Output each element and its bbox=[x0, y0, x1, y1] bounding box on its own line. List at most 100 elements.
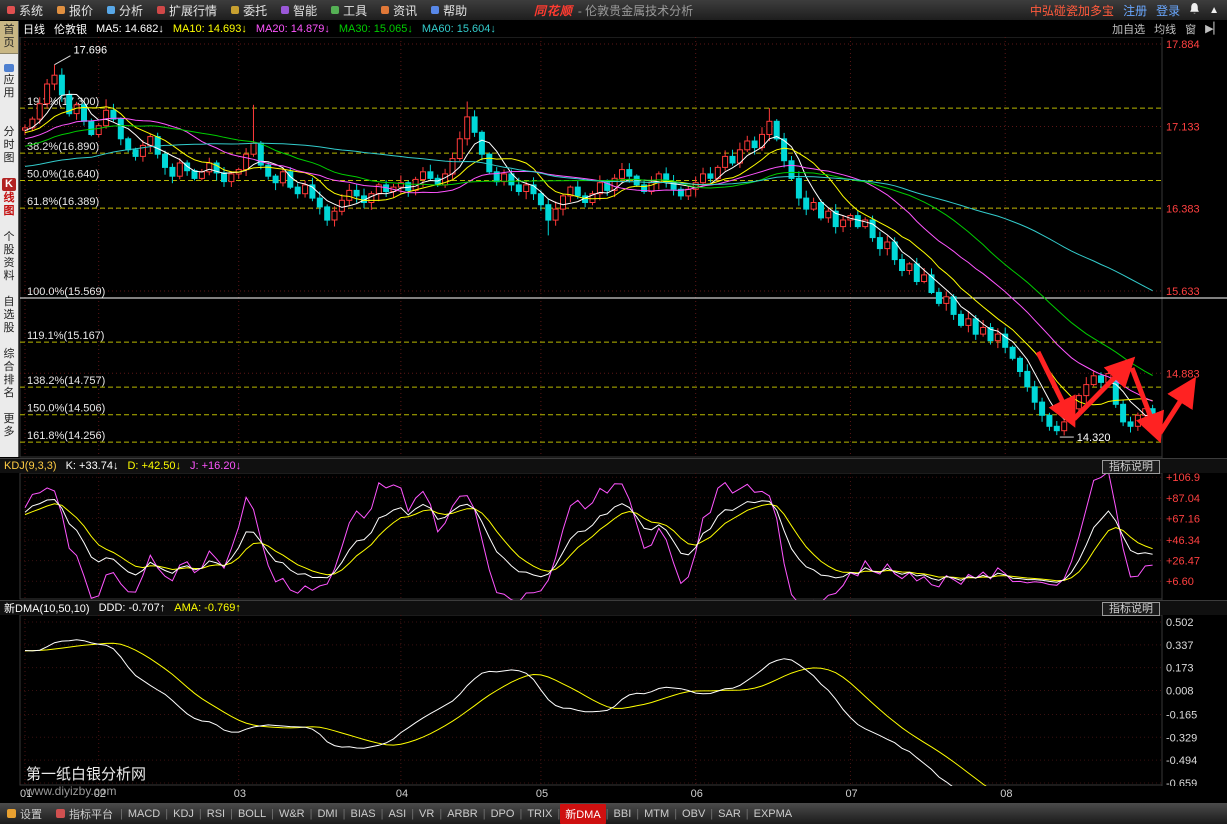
menu-item-label: 智能 bbox=[293, 2, 317, 19]
candles-and-ma bbox=[23, 65, 1156, 436]
month-label-06: 06 bbox=[691, 788, 703, 800]
low-price-label: 14.320 bbox=[1077, 432, 1111, 444]
indicator-tab-ARBR[interactable]: ARBR bbox=[442, 806, 483, 822]
dma-help-button[interactable]: 指标说明 bbox=[1102, 602, 1160, 616]
sidebar-item-char: 个 bbox=[0, 231, 18, 244]
login-link[interactable]: 登录 bbox=[1156, 2, 1180, 19]
kdj-d-value: D: +42.50↓ bbox=[127, 460, 181, 472]
sidebar-item-char: 更 bbox=[0, 413, 18, 426]
menu-item-icon bbox=[431, 6, 439, 14]
ma-line-30 bbox=[25, 126, 1153, 376]
bell-icon[interactable] bbox=[1189, 3, 1200, 18]
menu-item-2[interactable]: 报价 bbox=[50, 2, 100, 19]
add-watchlist-button[interactable]: 加自选 bbox=[1112, 21, 1145, 37]
indicator-tab-MACD[interactable]: MACD bbox=[123, 806, 165, 822]
sidebar-item-4[interactable]: K线图 bbox=[0, 175, 18, 221]
menu-item-9[interactable]: 帮助 bbox=[424, 2, 474, 19]
dma-indicator-chart[interactable]: 0.5020.3370.1730.008-0.165-0.329-0.494-0… bbox=[0, 615, 1227, 786]
indicator-tab-DMI[interactable]: DMI bbox=[312, 806, 342, 822]
sidebar-item-char: 自 bbox=[0, 296, 18, 309]
menu-item-7[interactable]: 工具 bbox=[324, 2, 374, 19]
pager-icon[interactable]: ▶▏ bbox=[1205, 22, 1222, 35]
indicator-axis-label: 0.502 bbox=[1166, 617, 1194, 629]
sidebar-item-char: 料 bbox=[0, 270, 18, 283]
sidebar-item-6[interactable]: 自选股 bbox=[0, 293, 18, 338]
sidebar-item-char: 线 bbox=[0, 192, 18, 205]
indicator-tab-EXPMA[interactable]: EXPMA bbox=[749, 806, 798, 822]
main-candlestick-chart[interactable]: 19.1%(17.300)38.2%(16.890)50.0%(16.640)6… bbox=[0, 37, 1227, 458]
sidebar-item-char: 股 bbox=[0, 322, 18, 335]
indicator-tab-BOLL[interactable]: BOLL bbox=[233, 806, 271, 822]
indicator-tab-BIAS[interactable]: BIAS bbox=[346, 806, 381, 822]
fib-level-label: 61.8%(16.389) bbox=[27, 196, 99, 208]
fibonacci-lines: 19.1%(17.300)38.2%(16.890)50.0%(16.640)6… bbox=[20, 96, 1227, 442]
kdj-help-button[interactable]: 指标说明 bbox=[1102, 460, 1160, 474]
tab-tool-1[interactable]: 设置 bbox=[0, 806, 49, 822]
menu-item-3[interactable]: 分析 bbox=[100, 2, 150, 19]
indicator-tabbar: 设置指标平台 | MACD|KDJ|RSI|BOLL|W&R|DMI|BIAS|… bbox=[0, 803, 1227, 824]
sidebar-item-8[interactable]: 更多 bbox=[0, 410, 18, 442]
ma-line-60 bbox=[25, 143, 1153, 291]
sidebar-item-1[interactable]: 首页 bbox=[0, 21, 18, 54]
menu-item-5[interactable]: 委托 bbox=[224, 2, 274, 19]
tabbar-tools: 设置 指标平台 bbox=[0, 806, 120, 822]
menu-item-icon bbox=[107, 6, 115, 14]
indicator-tab-W&R[interactable]: W&R bbox=[274, 806, 310, 822]
menu-item-4[interactable]: 扩展行情 bbox=[150, 2, 224, 19]
indicator-axis-label: 0.173 bbox=[1166, 663, 1194, 675]
indicator-axis-label: -0.494 bbox=[1166, 755, 1197, 767]
menu-item-1[interactable]: 系统 bbox=[0, 2, 50, 19]
indicator-tab-SAR[interactable]: SAR bbox=[713, 806, 746, 822]
collapse-icon[interactable]: ▲ bbox=[1209, 5, 1219, 16]
menu-item-8[interactable]: 资讯 bbox=[374, 2, 424, 19]
indicator-tab-新DMA[interactable]: 新DMA bbox=[560, 804, 605, 824]
sidebar-item-char: 图 bbox=[0, 205, 18, 218]
dma-title: 新DMA(10,50,10) bbox=[4, 600, 90, 616]
kdj-indicator-chart[interactable]: +106.9+87.04+67.16+46.34+26.47+6.60 bbox=[0, 473, 1227, 600]
indicator-tab-TRIX[interactable]: TRIX bbox=[522, 806, 557, 822]
sidebar-item-5[interactable]: 个股资料 bbox=[0, 228, 18, 286]
indicator-tab-BBI[interactable]: BBI bbox=[609, 806, 637, 822]
sidebar-item-char: K bbox=[2, 178, 16, 191]
tab-tool-label: 指标平台 bbox=[69, 806, 113, 822]
sidebar-item-2[interactable]: 应用 bbox=[0, 61, 18, 103]
tab-tool-2[interactable]: 指标平台 bbox=[49, 806, 120, 822]
ma-legend-item: MA60: 15.604↓ bbox=[422, 23, 496, 35]
indicator-tab-OBV[interactable]: OBV bbox=[677, 806, 710, 822]
indicator-axis-label: +46.34 bbox=[1166, 535, 1200, 547]
chart-toolbar: 日线 伦敦银 MA5: 14.682↓MA10: 14.693↓MA20: 14… bbox=[18, 20, 1227, 37]
ma-toggle-button[interactable]: 均线 bbox=[1154, 21, 1176, 37]
tab-tool-label: 设置 bbox=[20, 806, 42, 822]
indicator-axis-label: 0.337 bbox=[1166, 640, 1194, 652]
month-label-07: 07 bbox=[845, 788, 857, 800]
ma-line-10 bbox=[25, 107, 1153, 405]
menu-item-icon bbox=[57, 6, 65, 14]
indicator-tab-KDJ[interactable]: KDJ bbox=[168, 806, 199, 822]
month-label-08: 08 bbox=[1000, 788, 1012, 800]
ma-legend-item: MA30: 15.065↓ bbox=[339, 23, 413, 35]
menu-item-icon bbox=[331, 6, 339, 14]
sidebar-item-3[interactable]: 分时图 bbox=[0, 123, 18, 168]
indicator-tab-VR[interactable]: VR bbox=[414, 806, 439, 822]
period-label[interactable]: 日线 bbox=[23, 21, 45, 37]
indicator-tab-RSI[interactable]: RSI bbox=[202, 806, 230, 822]
indicator-tab-MTM[interactable]: MTM bbox=[639, 806, 674, 822]
indicator-tab-DPO[interactable]: DPO bbox=[486, 806, 520, 822]
ma-legend-item: MA20: 14.879↓ bbox=[256, 23, 330, 35]
register-link[interactable]: 注册 bbox=[1123, 2, 1147, 19]
indicator-tab-ASI[interactable]: ASI bbox=[383, 806, 411, 822]
menu-items: 系统报价分析扩展行情委托 智能工具资讯帮助 bbox=[0, 2, 474, 19]
price-axis-label: 14.883 bbox=[1166, 368, 1200, 380]
menu-item-6[interactable]: 智能 bbox=[274, 2, 324, 19]
window-toggle-button[interactable]: 窗 bbox=[1185, 21, 1196, 37]
sidebar-item-char: 图 bbox=[0, 152, 18, 165]
sidebar-item-char: 时 bbox=[0, 139, 18, 152]
app-logo: 同花顺 bbox=[534, 2, 573, 19]
sidebar-item-char: 选 bbox=[0, 309, 18, 322]
ma-legend-item: MA5: 14.682↓ bbox=[96, 23, 164, 35]
ad-link[interactable]: 中弘碰瓷加多宝 bbox=[1030, 2, 1114, 19]
indicator-axis-label: -0.329 bbox=[1166, 732, 1197, 744]
sidebar-item-char: 名 bbox=[0, 387, 18, 400]
sidebar-item-7[interactable]: 综合排名 bbox=[0, 345, 18, 403]
indicator-axis-label: +106.9 bbox=[1166, 473, 1200, 484]
